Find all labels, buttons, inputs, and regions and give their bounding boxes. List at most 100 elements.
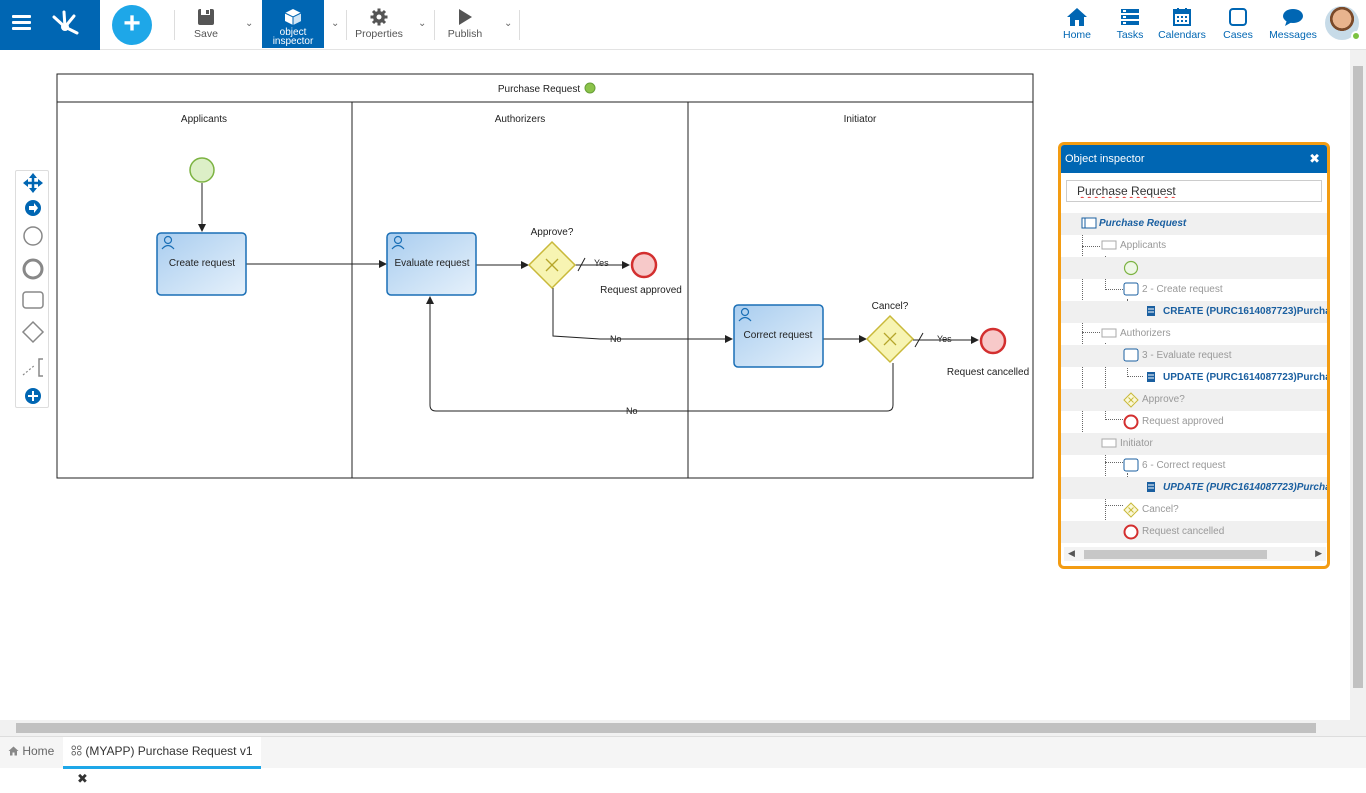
publish-button[interactable]: Publish <box>444 0 486 50</box>
end-event-icon <box>1123 524 1139 540</box>
home-icon <box>8 746 19 756</box>
tasks-icon <box>1121 9 1139 25</box>
tab-purchase-request[interactable]: (MYAPP) Purchase Request v1 ✖ <box>63 737 261 786</box>
inspector-search-input[interactable] <box>1066 180 1322 202</box>
object-inspector-button[interactable]: object inspector <box>262 0 324 48</box>
task-evaluate-request[interactable]: Evaluate request <box>386 232 477 296</box>
task-label-evaluate: Evaluate request <box>394 258 469 269</box>
object-inspector-label-2: inspector <box>272 36 314 47</box>
toolbar-divider <box>519 10 520 40</box>
tree-item-task[interactable]: 2 - Create request <box>1061 279 1327 301</box>
tree-label: 6 - Correct request <box>1142 460 1226 471</box>
tree-item-lane[interactable]: Initiator <box>1061 433 1327 455</box>
tree-item-gateway[interactable]: Cancel? <box>1061 499 1327 521</box>
rule-icon <box>1147 372 1155 382</box>
lane-title-applicants[interactable]: Applicants <box>181 114 227 125</box>
tree-item-lane[interactable]: Authorizers <box>1061 323 1327 345</box>
canvas-vertical-scroll-thumb[interactable] <box>1353 66 1363 688</box>
calendar-icon <box>1173 8 1191 26</box>
task-create-request[interactable]: Create request <box>156 232 247 296</box>
toolbar-divider <box>434 10 435 40</box>
nav-cases[interactable]: Cases <box>1220 0 1256 50</box>
canvas-vertical-scrollbar[interactable] <box>1350 50 1366 720</box>
nav-calendars-label: Calendars <box>1158 29 1206 41</box>
pool-icon <box>1081 217 1097 229</box>
app-logo-icon[interactable] <box>48 8 80 40</box>
save-dropdown-chevron-icon[interactable]: ⌄ <box>245 18 255 29</box>
play-icon <box>459 9 472 25</box>
scroll-left-arrow-icon[interactable]: ◀ <box>1068 548 1075 559</box>
tree-label: 2 - Create request <box>1142 284 1223 295</box>
end-event-approved[interactable] <box>630 251 658 279</box>
nav-tasks[interactable]: Tasks <box>1111 0 1149 50</box>
close-tab-icon[interactable]: ✖ <box>77 771 88 786</box>
properties-dropdown-chevron-icon[interactable]: ⌄ <box>418 18 428 29</box>
toolbar-divider <box>174 10 175 40</box>
nav-messages-label: Messages <box>1269 29 1317 41</box>
canvas-horizontal-scrollbar[interactable] <box>0 720 1366 736</box>
end-event-label-cancelled: Request cancelled <box>947 367 1029 378</box>
nav-messages[interactable]: Messages <box>1268 0 1318 50</box>
canvas-horizontal-scroll-thumb[interactable] <box>16 723 1316 733</box>
save-button[interactable]: Save <box>186 0 226 50</box>
brand-area <box>0 0 100 50</box>
inspector-title: Object inspector <box>1065 153 1145 165</box>
start-event-icon <box>1123 260 1139 276</box>
online-status-badge <box>1351 31 1361 41</box>
lane-title-initiator[interactable]: Initiator <box>844 114 877 125</box>
tree-item-end-event[interactable]: Request approved <box>1061 411 1327 433</box>
properties-button[interactable]: Properties <box>352 0 406 50</box>
inspector-scroll-thumb[interactable] <box>1084 550 1267 559</box>
tree-label: Request approved <box>1142 416 1224 427</box>
bottom-tab-bar: Home (MYAPP) Purchase Request v1 ✖ <box>0 736 1366 786</box>
tree-label: Initiator <box>1120 438 1153 449</box>
save-icon <box>198 9 214 25</box>
tree-label: Applicants <box>1120 240 1167 251</box>
inspector-dropdown-chevron-icon[interactable]: ⌄ <box>331 18 341 29</box>
tree-item-start-event[interactable] <box>1061 257 1327 279</box>
tree-item-rule[interactable]: UPDATE (PURC1614087723)Purcha <box>1061 477 1327 499</box>
chat-bubble-icon <box>1283 9 1303 26</box>
hamburger-menu-icon[interactable] <box>10 12 34 36</box>
tree-item-task[interactable]: 6 - Correct request <box>1061 455 1327 477</box>
task-correct-request[interactable]: Correct request <box>733 304 824 368</box>
pool-status-icon <box>584 82 596 94</box>
scroll-right-arrow-icon[interactable]: ▶ <box>1315 548 1322 559</box>
tree-label: Purchase Request <box>1099 218 1187 229</box>
properties-label: Properties <box>355 28 403 40</box>
nav-home[interactable]: Home <box>1058 0 1096 50</box>
gear-icon <box>370 8 388 26</box>
tree-item-lane[interactable]: Applicants <box>1061 235 1327 257</box>
publish-dropdown-chevron-icon[interactable]: ⌄ <box>504 18 514 29</box>
lane-icon <box>1101 240 1117 250</box>
object-inspector-panel: Object inspector ✖ Purchase Request Purc… <box>1058 142 1330 569</box>
task-icon <box>1123 282 1139 296</box>
tree-item-rule[interactable]: CREATE (PURC1614087723)Purcha <box>1061 301 1327 323</box>
task-label-correct: Correct request <box>744 330 813 341</box>
tree-item-pool[interactable]: Purchase Request <box>1061 213 1327 235</box>
tree-label: Approve? <box>1142 394 1185 405</box>
flow-label-no-1: No <box>610 334 622 344</box>
pool-title: Purchase Request <box>498 84 580 95</box>
nav-calendars[interactable]: Calendars <box>1156 0 1208 50</box>
tab-home[interactable]: Home <box>8 737 62 769</box>
tree-label: Authorizers <box>1120 328 1171 339</box>
cases-icon <box>1229 8 1247 26</box>
tree-item-end-event[interactable]: Request cancelled <box>1061 521 1327 543</box>
tree-item-rule[interactable]: UPDATE (PURC1614087723)Purcha <box>1061 367 1327 389</box>
rule-icon <box>1147 306 1155 316</box>
lane-title-authorizers[interactable]: Authorizers <box>495 114 546 125</box>
tree-label: UPDATE (PURC1614087723)Purcha <box>1163 482 1330 493</box>
inspector-horizontal-scrollbar[interactable]: ◀ ▶ <box>1064 547 1326 561</box>
start-event[interactable] <box>189 157 215 183</box>
end-event-cancelled[interactable] <box>979 327 1007 355</box>
close-icon[interactable]: ✖ <box>1309 145 1320 173</box>
gateway-icon <box>1123 502 1139 518</box>
nav-tasks-label: Tasks <box>1116 29 1144 41</box>
tree-item-task[interactable]: 3 - Evaluate request <box>1061 345 1327 367</box>
inspector-header[interactable]: Object inspector ✖ <box>1061 145 1327 173</box>
task-label-create: Create request <box>169 258 235 269</box>
inspector-tree: Purchase Request Applicants 2 - Create r… <box>1061 213 1327 543</box>
tree-item-gateway[interactable]: Approve? <box>1061 389 1327 411</box>
add-new-button[interactable]: + <box>112 5 152 45</box>
